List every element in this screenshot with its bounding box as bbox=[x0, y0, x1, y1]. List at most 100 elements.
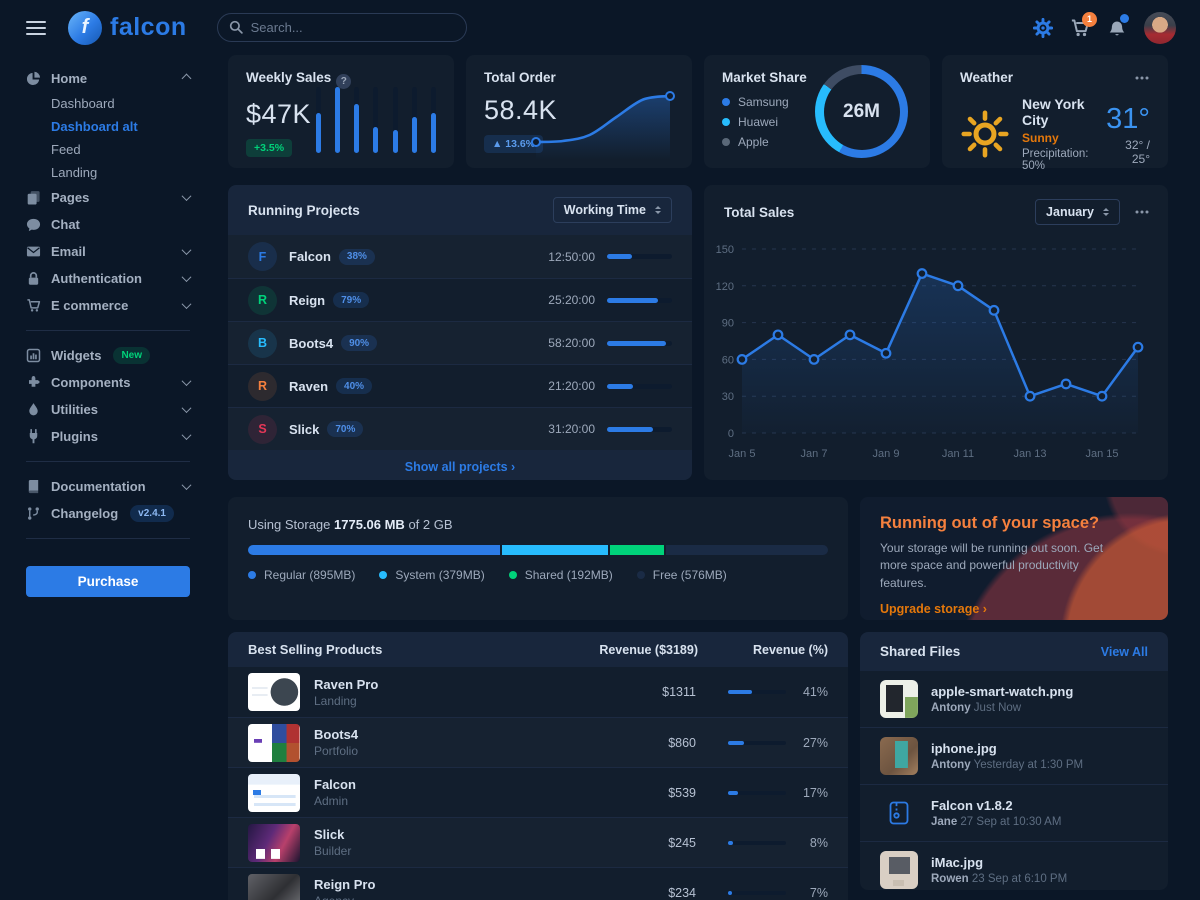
svg-text:Jan 9: Jan 9 bbox=[873, 448, 900, 460]
product-category: Builder bbox=[314, 844, 606, 858]
purchase-button[interactable]: Purchase bbox=[26, 566, 190, 597]
legend-label: Regular (895MB) bbox=[264, 568, 355, 582]
legend-dot bbox=[379, 571, 387, 579]
bar-fill bbox=[354, 104, 359, 154]
sidebar-item-dashboard-alt[interactable]: Dashboard alt bbox=[26, 115, 190, 138]
project-percent-badge: 38% bbox=[339, 249, 375, 265]
file-row-falcon-v1-8-2[interactable]: Falcon v1.8.2Jane 27 Sep at 10:30 AM bbox=[860, 784, 1168, 841]
file-row-iphone-jpg[interactable]: iphone.jpgAntony Yesterday at 1:30 PM bbox=[860, 727, 1168, 784]
total-order-card: Total Order 58.4K ▲ 13.6% bbox=[466, 55, 692, 168]
sidebar-item-label: Email bbox=[51, 244, 86, 259]
envelope-icon bbox=[26, 244, 41, 259]
shared-files-card: Shared Files View All apple-smart-watch.… bbox=[860, 632, 1168, 890]
product-info: Boots4Portfolio bbox=[314, 727, 606, 758]
sidebar-item-chat[interactable]: Chat bbox=[26, 211, 190, 238]
sidebar-item-utilities[interactable]: Utilities bbox=[26, 396, 190, 423]
notifications-button[interactable] bbox=[1107, 18, 1127, 38]
product-revenue: $1311 bbox=[606, 685, 696, 699]
top-navbar: f falcon 1 bbox=[0, 0, 1200, 55]
market-share-total: 26M bbox=[843, 101, 880, 123]
file-meta: Rowen 23 Sep at 6:10 PM bbox=[931, 873, 1067, 885]
legend-dot bbox=[509, 571, 517, 579]
project-time: 25:20:00 bbox=[548, 293, 595, 307]
view-all-link[interactable]: View All bbox=[1101, 645, 1148, 659]
project-row-slick[interactable]: SSlick70%31:20:00 bbox=[228, 407, 692, 450]
project-row-raven[interactable]: RRaven40%21:20:00 bbox=[228, 364, 692, 407]
gear-icon[interactable] bbox=[1033, 18, 1053, 38]
file-row-apple-smart-watch-png[interactable]: apple-smart-watch.pngAntony Just Now bbox=[860, 671, 1168, 727]
user-avatar[interactable] bbox=[1144, 12, 1176, 44]
sidebar-item-feed[interactable]: Feed bbox=[26, 138, 190, 161]
bell-icon bbox=[1107, 26, 1127, 41]
sidebar-item-authentication[interactable]: Authentication bbox=[26, 265, 190, 292]
weekly-sales-badge: +3.5% bbox=[246, 139, 292, 157]
ellipsis-menu-icon[interactable] bbox=[1134, 70, 1150, 86]
sidebar-item-pages[interactable]: Pages bbox=[26, 184, 190, 211]
month-select[interactable]: January bbox=[1035, 199, 1120, 225]
product-row-falcon[interactable]: FalconAdmin$53917% bbox=[228, 767, 848, 817]
sidebar-item-components[interactable]: Components bbox=[26, 369, 190, 396]
file-meta: Jane 27 Sep at 10:30 AM bbox=[931, 816, 1061, 828]
chevron-down-icon bbox=[182, 430, 192, 440]
show-all-projects-link[interactable]: Show all projects › bbox=[405, 460, 515, 474]
sidebar-item-plugins[interactable]: Plugins bbox=[26, 423, 190, 450]
sidebar-item-e-commerce[interactable]: E commerce bbox=[26, 292, 190, 319]
product-progress-bar bbox=[728, 841, 786, 845]
project-percent-badge: 70% bbox=[327, 421, 363, 437]
shared-files-list: apple-smart-watch.pngAntony Just Nowipho… bbox=[860, 671, 1168, 890]
sidebar-item-widgets[interactable]: WidgetsNew bbox=[26, 342, 190, 369]
storage-legend-item: Regular (895MB) bbox=[248, 568, 355, 582]
cart-button[interactable]: 1 bbox=[1070, 18, 1090, 38]
sidebar-item-dashboard[interactable]: Dashboard bbox=[26, 92, 190, 115]
sidebar-item-label: Documentation bbox=[51, 479, 146, 494]
product-percent: 41% bbox=[786, 685, 828, 699]
project-row-boots4[interactable]: BBoots490%58:20:00 bbox=[228, 321, 692, 364]
product-thumbnail bbox=[248, 673, 300, 711]
space-card-body: Your storage will be running out soon. G… bbox=[880, 540, 1120, 592]
search-input[interactable] bbox=[217, 13, 467, 42]
file-info: Falcon v1.8.2Jane 27 Sep at 10:30 AM bbox=[931, 798, 1061, 828]
sidebar-item-landing[interactable]: Landing bbox=[26, 161, 190, 184]
working-time-select[interactable]: Working Time bbox=[553, 197, 672, 223]
project-avatar: B bbox=[248, 329, 277, 358]
file-name: iphone.jpg bbox=[931, 741, 1083, 756]
hamburger-menu-icon[interactable] bbox=[26, 21, 46, 35]
product-row-reign-pro[interactable]: Reign ProAgency$2347% bbox=[228, 867, 848, 900]
plug-icon bbox=[26, 429, 41, 444]
product-name: Reign Pro bbox=[314, 877, 606, 892]
file-row-imac-jpg[interactable]: iMac.jpg Rowen 23 Sep at 6:10 PM bbox=[860, 841, 1168, 890]
weekly-sales-card: Weekly Sales? $47K +3.5% bbox=[228, 55, 454, 168]
sidebar-divider bbox=[26, 538, 190, 539]
running-projects-list: FFalcon38%12:50:00RReign79%25:20:00BBoot… bbox=[228, 235, 692, 450]
file-name: iMac.jpg bbox=[931, 855, 1067, 870]
product-name: Raven Pro bbox=[314, 677, 606, 692]
project-avatar: F bbox=[248, 242, 277, 271]
product-row-raven-pro[interactable]: Raven ProLanding$131141% bbox=[228, 667, 848, 717]
project-name: Falcon bbox=[289, 249, 331, 264]
product-row-slick[interactable]: SlickBuilder$2458% bbox=[228, 817, 848, 867]
sidebar-item-email[interactable]: Email bbox=[26, 238, 190, 265]
weather-range: 32° / 25° bbox=[1106, 138, 1150, 166]
project-progress-bar bbox=[607, 384, 672, 389]
sidebar-item-label: Chat bbox=[51, 217, 80, 232]
legend-dot bbox=[248, 571, 256, 579]
revenue-percent-column-header: Revenue (%) bbox=[698, 643, 828, 657]
navbar-actions: 1 bbox=[1033, 12, 1176, 44]
product-name: Falcon bbox=[314, 777, 606, 792]
sidebar-item-home[interactable]: Home bbox=[26, 65, 190, 92]
sidebar-item-changelog[interactable]: Changelogv2.4.1 bbox=[26, 500, 190, 527]
ellipsis-menu-icon[interactable] bbox=[1134, 204, 1150, 220]
upgrade-storage-link[interactable]: Upgrade storage › bbox=[880, 602, 987, 616]
sidebar-item-documentation[interactable]: Documentation bbox=[26, 473, 190, 500]
product-info: SlickBuilder bbox=[314, 827, 606, 858]
progress-fill bbox=[607, 254, 632, 259]
product-percent: 17% bbox=[786, 786, 828, 800]
weather-city: New York City bbox=[1022, 96, 1094, 128]
sidebar: HomeDashboardDashboard altFeedLandingPag… bbox=[0, 55, 212, 900]
best-selling-title: Best Selling Products bbox=[248, 642, 548, 657]
brand-logo[interactable]: f falcon bbox=[68, 11, 187, 45]
project-row-falcon[interactable]: FFalcon38%12:50:00 bbox=[228, 235, 692, 278]
project-row-reign[interactable]: RReign79%25:20:00 bbox=[228, 278, 692, 321]
product-row-boots4[interactable]: Boots4Portfolio$86027% bbox=[228, 717, 848, 767]
chat-icon bbox=[26, 217, 41, 232]
